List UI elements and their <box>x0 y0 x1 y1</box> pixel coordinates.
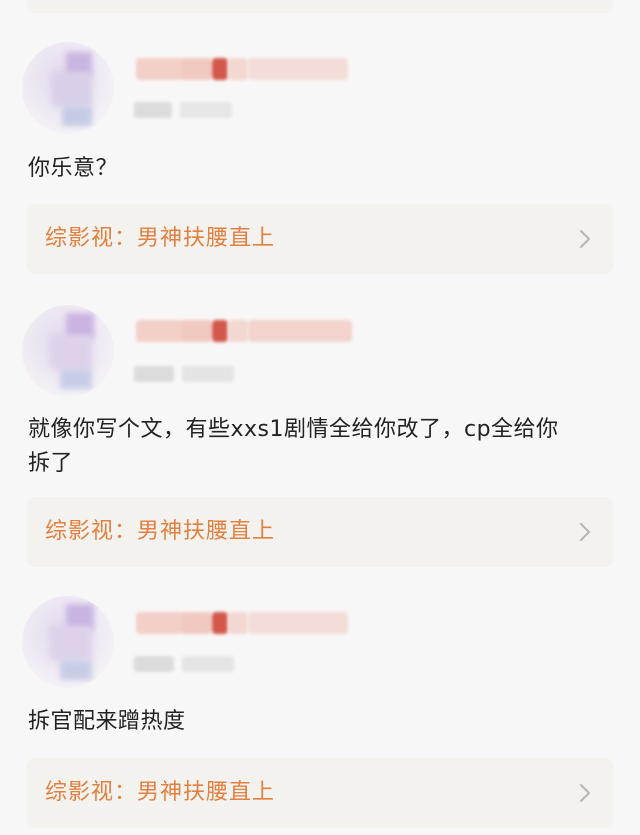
novel-link-card[interactable]: 综影视：男神扶腰直上 <box>27 758 613 828</box>
chevron-right-icon <box>579 229 591 249</box>
avatar[interactable] <box>22 305 114 397</box>
comment-text-line: 就像你写个文，有些xxs1剧情全给你改了，cp全给你 <box>28 417 559 442</box>
chevron-right-icon <box>579 783 591 803</box>
novel-link-label: 综影视：男神扶腰直上 <box>45 226 276 251</box>
timestamp-blurred <box>128 652 238 674</box>
timestamp-blurred <box>128 98 238 120</box>
username-blurred[interactable] <box>128 606 353 640</box>
comment-text: 就像你写个文，有些xxs1剧情全给你改了，cp全给你 拆了 <box>28 413 618 481</box>
novel-link-card[interactable]: 综影视：男神扶腰直上 <box>27 204 613 274</box>
comment-text-line: 拆了 <box>28 451 74 476</box>
novel-link-label: 综影视：男神扶腰直上 <box>45 519 276 544</box>
novel-link-card[interactable]: 综影视：男神扶腰直上 <box>27 497 613 567</box>
novel-link-label: 综影视：男神扶腰直上 <box>45 780 276 805</box>
chevron-right-icon <box>579 522 591 542</box>
username-blurred[interactable] <box>128 314 353 348</box>
link-card-partial[interactable] <box>27 0 613 13</box>
avatar[interactable] <box>22 596 114 688</box>
comment-text: 你乐意？ <box>28 156 119 181</box>
username-blurred[interactable] <box>128 52 353 86</box>
avatar[interactable] <box>22 42 114 134</box>
comment-text: 拆官配来蹭热度 <box>28 709 186 734</box>
comment-feed: 你乐意？ 综影视：男神扶腰直上 就像你写个文，有些xxs1剧情全给你改了，cp全 <box>0 0 640 835</box>
timestamp-blurred <box>128 362 238 384</box>
